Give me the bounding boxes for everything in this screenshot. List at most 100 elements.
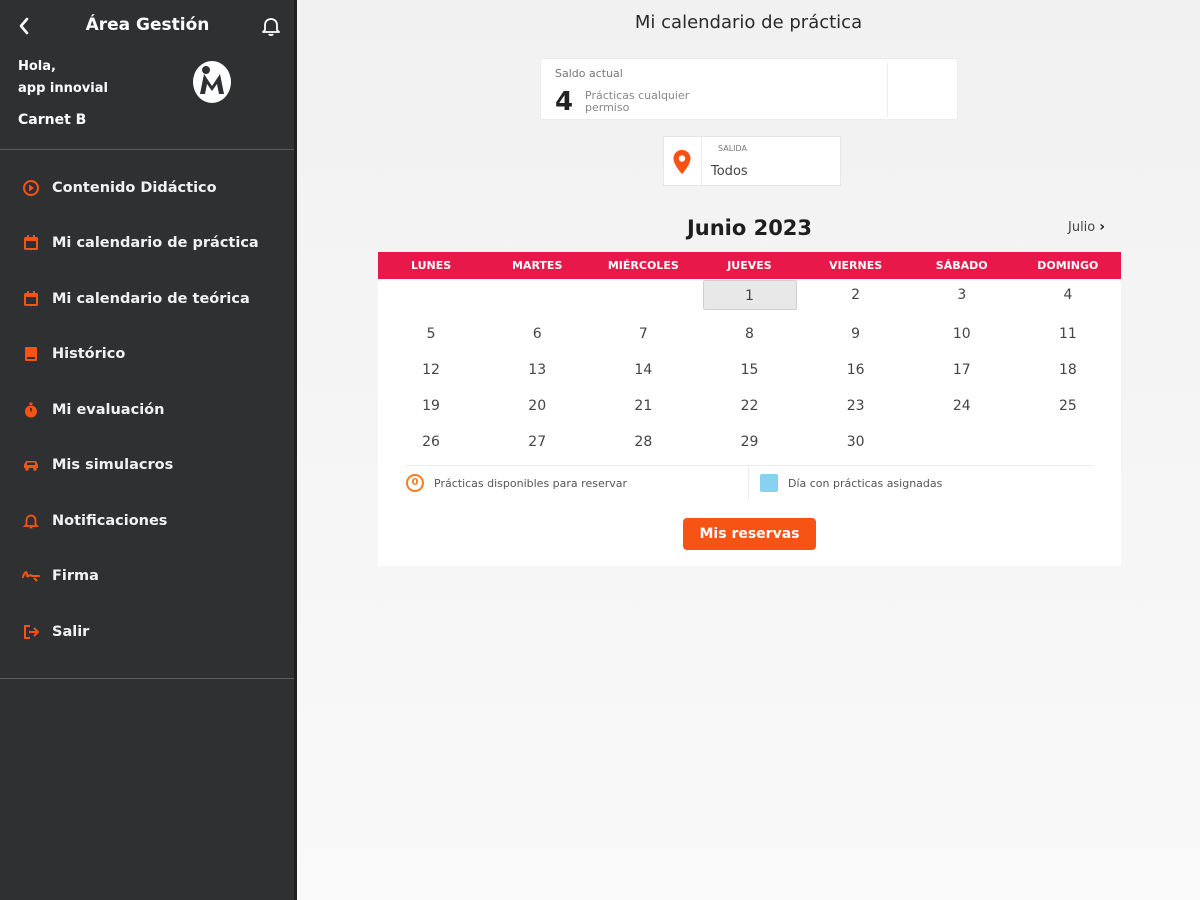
weekday-label: DOMINGO [1037, 259, 1099, 272]
sidebar-divider-top [0, 149, 294, 150]
sidebar-item-label: Notificaciones [52, 512, 168, 529]
brand-logo [190, 58, 234, 106]
calendar-day[interactable]: 28 [596, 427, 690, 457]
sidebar-item-historico[interactable]: Histórico [0, 327, 294, 383]
chevron-right-icon: › [1099, 219, 1106, 235]
next-month-label: Julio [1068, 219, 1096, 235]
calendar-day[interactable]: 19 [384, 391, 478, 421]
balance-description: Prácticas cualquier permiso [585, 89, 690, 114]
calendar-day[interactable]: 8 [703, 319, 797, 349]
legend-assigned: Día con prácticas asignadas [760, 474, 942, 492]
sidebar-item-evaluacion[interactable]: Mi evaluación [0, 382, 294, 438]
calendar: LUNES MARTES MIÉRCOLES JUEVES VIERNES SÁBADO D… [378, 252, 1121, 566]
available-count-badge: 0 [406, 474, 424, 492]
salida-selector[interactable]: SALIDA Todos [663, 136, 841, 186]
sidebar-item-label: Contenido Didáctico [52, 179, 217, 196]
location-pin-icon [672, 149, 692, 175]
legend-available: 0 Prácticas disponibles para reservar [406, 474, 627, 492]
legend-divider-vertical [748, 466, 749, 500]
calendar-icon [22, 234, 40, 252]
sidebar-item-simulacros[interactable]: Mis simulacros [0, 438, 294, 494]
weekday-label: MARTES [511, 259, 563, 272]
sidebar-divider-bottom [0, 678, 294, 679]
calendar-day[interactable]: 16 [809, 355, 903, 385]
sidebar-item-label: Histórico [52, 346, 126, 363]
sidebar-item-label: Mi evaluación [52, 401, 165, 418]
sidebar-item-calendario-teorica[interactable]: Mi calendario de teórica [0, 271, 294, 327]
bell-icon [262, 18, 280, 36]
greeting: Hola, app innovial [18, 56, 108, 100]
calendar-day[interactable]: 13 [490, 355, 584, 385]
salida-value: Todos [711, 164, 748, 179]
chevron-left-icon [19, 17, 29, 35]
balance-card: Saldo actual 4 Prácticas cualquier permi… [540, 58, 958, 120]
legend-divider [406, 465, 1093, 466]
calendar-day[interactable]: 3 [915, 280, 1009, 310]
calendar-day[interactable]: 29 [703, 427, 797, 457]
legend-available-text: Prácticas disponibles para reservar [434, 476, 628, 490]
play-circle-icon [22, 179, 40, 197]
sidebar-title: Área Gestión [85, 15, 210, 35]
book-icon [22, 345, 40, 363]
my-reservations-button[interactable]: Mis reservas [683, 518, 816, 550]
bell-icon [22, 512, 40, 530]
calendar-day-today[interactable]: 1 [702, 280, 797, 310]
calendar-day[interactable]: 27 [490, 427, 584, 457]
calendar-day[interactable]: 30 [809, 427, 903, 457]
calendar-day[interactable]: 22 [703, 391, 797, 421]
sidebar-item-label: Firma [52, 568, 99, 585]
balance-value: 4 [555, 87, 574, 117]
sidebar-item-label: Mi calendario de teórica [52, 290, 250, 307]
weekday-label: VIERNES [828, 259, 883, 272]
sidebar-item-contenido-didactico[interactable]: Contenido Didáctico [0, 160, 294, 216]
calendar-day[interactable]: 6 [490, 319, 584, 349]
calendar-day[interactable]: 17 [915, 355, 1009, 385]
calendar-day[interactable]: 5 [384, 319, 478, 349]
page-title: Mi calendario de práctica [634, 12, 863, 33]
next-month-button[interactable]: Julio › [1068, 219, 1105, 235]
username: app innovial [18, 81, 108, 96]
signature-icon [22, 567, 40, 585]
assigned-swatch [760, 474, 778, 492]
salida-separator [701, 137, 702, 185]
calendar-day[interactable]: 10 [915, 319, 1009, 349]
calendar-day[interactable]: 23 [809, 391, 903, 421]
logout-icon [22, 623, 40, 641]
sidebar-item-firma[interactable]: Firma [0, 549, 294, 605]
sidebar-header: Área Gestión [0, 0, 294, 52]
calendar-day[interactable]: 18 [1021, 355, 1115, 385]
calendar-day[interactable]: 12 [384, 355, 478, 385]
sidebar-item-label: Salir [52, 623, 90, 640]
sidebar-menu: Contenido Didáctico Mi calendario de prá… [0, 160, 294, 660]
calendar-icon [22, 290, 40, 308]
calendar-day[interactable]: 20 [490, 391, 584, 421]
calendar-day[interactable]: 4 [1021, 280, 1115, 310]
weekday-header: LUNES MARTES MIÉRCOLES JUEVES VIERNES SÁBADO D… [378, 252, 1121, 279]
month-title: Junio 2023 [686, 216, 813, 240]
calendar-day[interactable]: 14 [596, 355, 690, 385]
calendar-day[interactable]: 9 [809, 319, 903, 349]
calendar-day[interactable]: 26 [384, 427, 478, 457]
salida-label: SALIDA [718, 144, 748, 153]
greeting-label: Hola, [18, 59, 56, 74]
sidebar-item-label: Mi calendario de práctica [52, 235, 259, 252]
sidebar-item-salir[interactable]: Salir [0, 604, 294, 660]
notifications-button[interactable] [259, 14, 283, 38]
sidebar-item-calendario-practica[interactable]: Mi calendario de práctica [0, 216, 294, 272]
license-type: Carnet B [18, 112, 87, 128]
calendar-day[interactable]: 11 [1021, 319, 1115, 349]
back-button[interactable] [14, 12, 36, 40]
sidebar-item-label: Mis simulacros [52, 457, 174, 474]
calendar-day[interactable]: 2 [809, 280, 903, 310]
calendar-day[interactable]: 24 [915, 391, 1009, 421]
calendar-day[interactable]: 15 [703, 355, 797, 385]
weekday-label: LUNES [410, 259, 452, 272]
weekday-label: SÁBADO [935, 259, 988, 272]
legend-assigned-text: Día con prácticas asignadas [788, 476, 943, 490]
weekday-label: JUEVES [727, 259, 772, 272]
calendar-day[interactable]: 25 [1021, 391, 1115, 421]
calendar-day[interactable]: 7 [596, 319, 690, 349]
car-icon [22, 456, 40, 474]
calendar-day[interactable]: 21 [596, 391, 690, 421]
sidebar-item-notificaciones[interactable]: Notificaciones [0, 493, 294, 549]
